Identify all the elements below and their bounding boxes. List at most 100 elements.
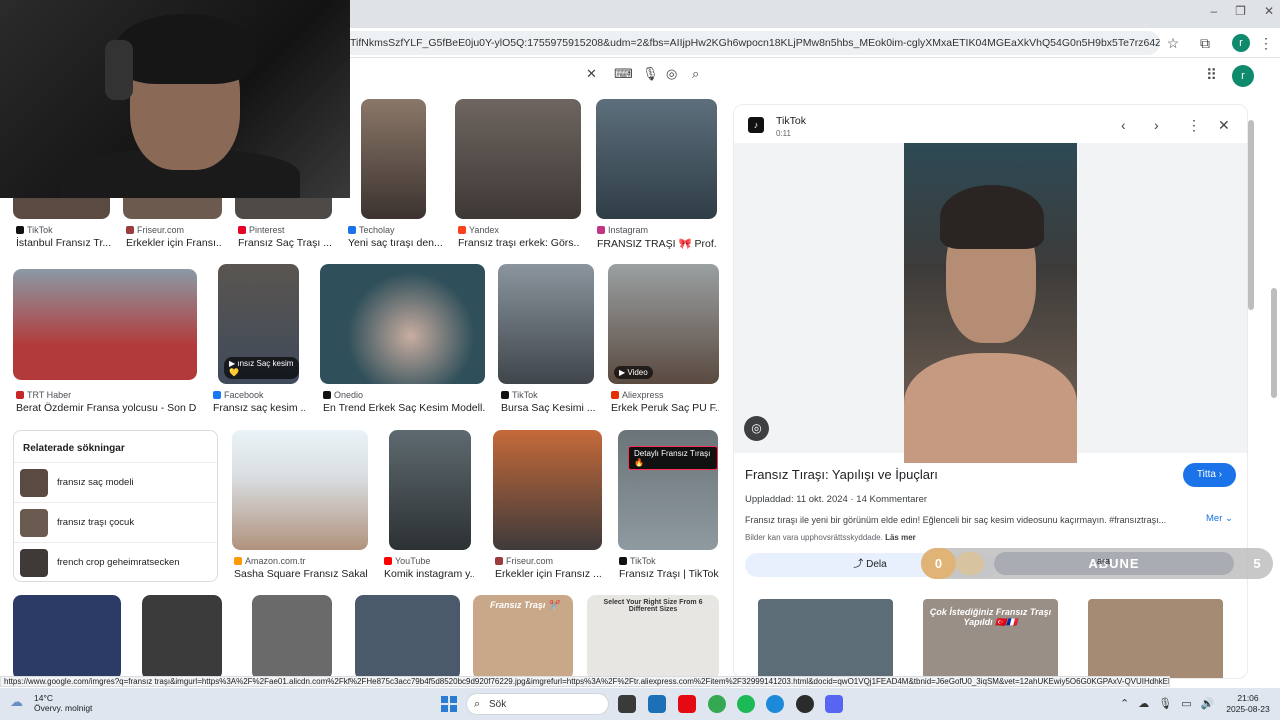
result-title[interactable]: Fransız saç kesim ... <box>213 402 305 414</box>
taskbar-search[interactable]: ⌕ Sök <box>466 693 609 715</box>
image-result[interactable] <box>13 269 197 380</box>
panel-scrollbar[interactable] <box>1248 104 1254 679</box>
overlay-left-count: 0 <box>921 548 956 579</box>
result-title[interactable]: Fransız Traşı | TikTok <box>619 568 719 580</box>
volume-icon[interactable]: 🔊 <box>1201 697 1215 710</box>
panel-source[interactable]: TikTok <box>776 115 806 127</box>
image-result[interactable]: ▶ ınsız Saç kesim 💛 <box>218 264 299 384</box>
image-result[interactable] <box>13 595 121 680</box>
result-title[interactable]: Erkekler için Fransı... <box>126 237 222 249</box>
visit-button[interactable]: Titta › <box>1183 463 1236 487</box>
related-label: fransız saç modeli <box>57 477 134 488</box>
related-image[interactable] <box>758 599 893 678</box>
related-item[interactable]: french crop geheimratsecken <box>14 542 217 582</box>
image-result[interactable] <box>455 99 581 219</box>
preview-image[interactable] <box>904 143 1077 463</box>
panel-duration: 0:11 <box>776 129 791 138</box>
account-avatar[interactable]: r <box>1232 65 1254 87</box>
search-icon: ⌕ <box>474 698 481 710</box>
keyboard-icon[interactable]: ⌨ <box>614 66 633 82</box>
image-result[interactable] <box>389 430 471 550</box>
result-title[interactable]: Sasha Square Fransız Sakal... <box>234 568 368 580</box>
chrome-icon[interactable] <box>708 695 726 713</box>
aliexpress-icon <box>611 391 619 399</box>
minimize-icon[interactable]: – <box>1210 4 1217 18</box>
result-title[interactable]: Fransız traşı erkek: Görs... <box>458 237 580 249</box>
mic-icon[interactable]: 🎙 <box>1158 697 1172 710</box>
result-title[interactable]: Bursa Saç Kesimi ... <box>501 402 595 414</box>
result-title[interactable]: Yeni saç tıraşı den... <box>348 237 442 249</box>
result-title[interactable]: En Trend Erkek Saç Kesim Modell... <box>323 402 485 414</box>
image-result[interactable] <box>361 99 426 219</box>
task-view-icon[interactable] <box>618 695 636 713</box>
clock[interactable]: 21:06 2025-08-23 <box>1220 693 1276 715</box>
image-result[interactable] <box>142 595 222 680</box>
page-scrollbar[interactable] <box>1270 58 1278 678</box>
friseur-icon <box>495 557 503 565</box>
chevron-up-icon[interactable]: ⌃ <box>1120 697 1129 710</box>
next-icon[interactable]: › <box>1154 117 1159 133</box>
close-window-icon[interactable]: ✕ <box>1264 4 1274 18</box>
related-item[interactable]: fransız saç modeli <box>14 462 217 502</box>
image-result[interactable] <box>252 595 332 680</box>
result-title[interactable]: Fransız Saç Traşı ... <box>238 237 332 249</box>
result-title[interactable]: Erkek Peruk Saç PU F... <box>611 402 719 414</box>
result-title[interactable]: İstanbul Fransız Tr... <box>16 237 112 249</box>
save-button-label[interactable]: ara <box>1097 556 1110 566</box>
onedio-icon <box>323 391 331 399</box>
overlay-label: ABUNE <box>994 552 1234 575</box>
address-bar[interactable]: TifNkmsSzfYLF_G5fBeE0ju0Y-ylO5Q:17559759… <box>340 31 1160 55</box>
mic-icon[interactable]: 🎙 <box>642 66 659 82</box>
related-image[interactable] <box>1088 599 1223 678</box>
netflix-icon[interactable] <box>678 695 696 713</box>
image-result[interactable]: Detaylı Fransız Tıraşı 🔥 <box>618 430 718 550</box>
close-icon[interactable]: ✕ <box>1218 117 1230 134</box>
edge-icon[interactable] <box>766 695 784 713</box>
windows-start-icon[interactable] <box>441 696 457 712</box>
related-item[interactable]: fransız traşı çocuk <box>14 502 217 542</box>
lens-icon[interactable]: ◎ <box>744 416 769 441</box>
search-icon[interactable]: ⌕ <box>692 66 699 82</box>
spotify-icon[interactable] <box>737 695 755 713</box>
image-result[interactable] <box>232 430 368 550</box>
result-title[interactable]: Komik instagram y... <box>384 568 474 580</box>
apps-grid-icon[interactable]: ⠿ <box>1206 66 1217 84</box>
cloud-icon[interactable]: ☁ <box>1138 697 1149 710</box>
panel-title[interactable]: Fransız Tıraşı: Yapılışı ve İpuçları <box>745 467 938 482</box>
image-result[interactable] <box>355 595 460 680</box>
overlay-progress <box>956 552 984 575</box>
youtube-icon <box>384 557 392 565</box>
image-result[interactable]: Fransız Traşı ✂️ <box>473 595 573 680</box>
lens-icon[interactable]: ◎ <box>666 66 677 82</box>
store-icon[interactable] <box>648 695 666 713</box>
discord-icon[interactable] <box>825 695 843 713</box>
profile-avatar[interactable]: r <box>1232 34 1250 52</box>
more-options-icon[interactable]: ⋮ <box>1187 117 1201 134</box>
read-more-link[interactable]: Läs mer <box>885 533 916 542</box>
restore-icon[interactable]: ❐ <box>1235 4 1246 18</box>
image-result[interactable]: ▶ Video <box>608 264 719 384</box>
result-source: Friseur.com <box>495 556 553 566</box>
image-result[interactable]: Select Your Right Size From 6 Different … <box>587 595 719 680</box>
image-result[interactable] <box>596 99 717 219</box>
display-icon[interactable]: ▭ <box>1181 697 1191 710</box>
clock-time: 21:06 <box>1237 693 1259 703</box>
pinterest-icon <box>238 226 246 234</box>
menu-icon[interactable]: ⋮ <box>1257 34 1275 52</box>
prev-icon[interactable]: ‹ <box>1121 117 1126 133</box>
system-tray: ⌃ ☁ 🎙 ▭ 🔊 <box>1120 697 1214 710</box>
extensions-icon[interactable]: ⧉ <box>1196 34 1214 52</box>
star-icon[interactable]: ☆ <box>1164 34 1182 52</box>
clear-icon[interactable]: ✕ <box>586 66 597 82</box>
result-title[interactable]: Erkekler için Fransız ... <box>495 568 603 580</box>
obs-icon[interactable] <box>796 695 814 713</box>
instagram-icon <box>597 226 605 234</box>
more-button[interactable]: Mer ⌄ <box>1206 513 1233 524</box>
result-title[interactable]: Berat Özdemir Fransa yolcusu - Son D... <box>16 402 196 414</box>
image-result[interactable] <box>493 430 602 550</box>
result-title[interactable]: FRANSIZ TRAŞI 🎀 Prof... <box>597 237 717 250</box>
image-result[interactable] <box>498 264 594 384</box>
image-result[interactable] <box>320 264 485 384</box>
related-image[interactable]: Çok İstediğiniz Fransız Traşı Yapıldı 🇹🇷… <box>923 599 1058 678</box>
result-source: Friseur.com <box>126 225 184 235</box>
